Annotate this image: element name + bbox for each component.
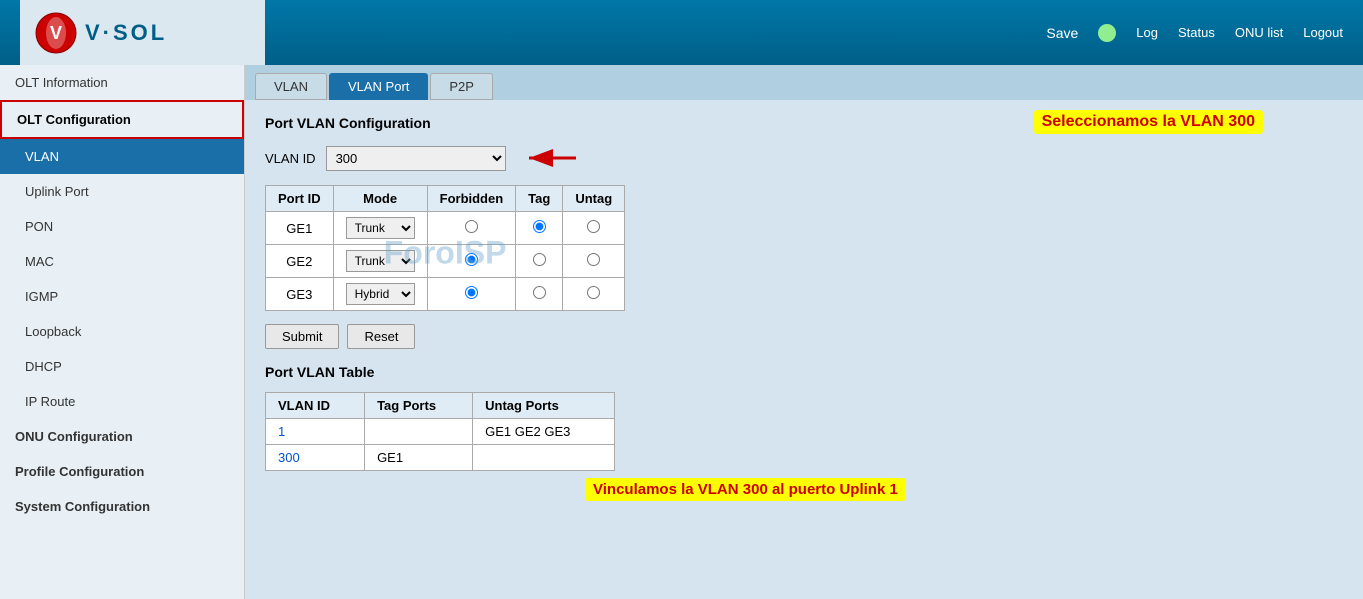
untag-radio[interactable]: [587, 220, 600, 233]
untag-radio[interactable]: [587, 286, 600, 299]
port-config-wrapper: ForoISP Port ID Mode Forbidden Tag Untag: [265, 185, 625, 321]
tag-cell[interactable]: [516, 278, 563, 311]
mode-cell[interactable]: TrunkHybridAccess: [333, 278, 427, 311]
logo-area: V V·SOL: [20, 0, 265, 65]
sidebar-item-system-config[interactable]: System Configuration: [0, 489, 244, 524]
forbidden-radio[interactable]: [465, 286, 478, 299]
vlan-id-row: VLAN ID 300 1: [265, 143, 1343, 173]
sidebar-item-dhcp[interactable]: DHCP: [0, 349, 244, 384]
sidebar-item-mac[interactable]: MAC: [0, 244, 244, 279]
col-forbidden: Forbidden: [427, 186, 516, 212]
logo-text: V·SOL: [85, 20, 167, 46]
tag-radio[interactable]: [533, 220, 546, 233]
vlan-table-col-id: VLAN ID: [266, 393, 365, 419]
port-config-table: Port ID Mode Forbidden Tag Untag GE1 Trun…: [265, 185, 625, 311]
content-area: Port VLAN Configuration Seleccionamos la…: [245, 100, 1363, 486]
col-mode: Mode: [333, 186, 427, 212]
button-row: Submit Reset: [265, 324, 1343, 349]
untag-radio[interactable]: [587, 253, 600, 266]
main-content: VLAN VLAN Port P2P Port VLAN Configurati…: [245, 65, 1363, 599]
log-nav-item[interactable]: Log: [1136, 25, 1158, 40]
untag-cell[interactable]: [563, 212, 625, 245]
vlan-id-label: VLAN ID: [265, 151, 316, 166]
sidebar-item-loopback[interactable]: Loopback: [0, 314, 244, 349]
untag-cell[interactable]: [563, 245, 625, 278]
sidebar: OLT Information OLT Configuration VLAN U…: [0, 65, 245, 599]
annotation-uplink: Vinculamos la VLAN 300 al puerto Uplink …: [585, 478, 906, 501]
port-vlan-table-title: Port VLAN Table: [265, 364, 1343, 380]
forbidden-radio[interactable]: [465, 220, 478, 233]
sidebar-item-pon[interactable]: PON: [0, 209, 244, 244]
sidebar-item-igmp[interactable]: IGMP: [0, 279, 244, 314]
status-indicator: [1098, 24, 1116, 42]
sidebar-item-olt-config[interactable]: OLT Configuration: [0, 100, 244, 139]
tag-radio[interactable]: [533, 253, 546, 266]
submit-button[interactable]: Submit: [265, 324, 339, 349]
sidebar-item-ip-route[interactable]: IP Route: [0, 384, 244, 419]
tag-ports-cell: [365, 419, 473, 445]
col-port-id: Port ID: [266, 186, 334, 212]
sidebar-item-profile-config[interactable]: Profile Configuration: [0, 454, 244, 489]
col-untag: Untag: [563, 186, 625, 212]
header: V V·SOL Save Log Status ONU list Logout: [0, 0, 1363, 65]
header-nav: Log Status ONU list Logout: [1136, 25, 1343, 40]
sidebar-item-uplink-port[interactable]: Uplink Port: [0, 174, 244, 209]
tab-vlan[interactable]: VLAN: [255, 73, 327, 100]
port-vlan-config-section: Port VLAN Configuration Seleccionamos la…: [265, 115, 1343, 349]
port-id-cell: GE2: [266, 245, 334, 278]
mode-select[interactable]: TrunkHybridAccess: [346, 283, 415, 305]
vlan-id-cell: 1: [266, 419, 365, 445]
untag-ports-cell: [473, 445, 615, 471]
forbidden-cell[interactable]: [427, 245, 516, 278]
port-id-cell: GE1: [266, 212, 334, 245]
tab-p2p[interactable]: P2P: [430, 73, 493, 100]
forbidden-cell[interactable]: [427, 278, 516, 311]
logout-nav-item[interactable]: Logout: [1303, 25, 1343, 40]
tag-ports-cell: GE1: [365, 445, 473, 471]
reset-button[interactable]: Reset: [347, 324, 415, 349]
mode-select[interactable]: TrunkHybridAccess: [346, 217, 415, 239]
untag-cell[interactable]: [563, 278, 625, 311]
tab-vlan-port[interactable]: VLAN Port: [329, 73, 428, 100]
annotation-vlan-300: Seleccionamos la VLAN 300: [1034, 110, 1263, 134]
vlan-table-col-untag: Untag Ports: [473, 393, 615, 419]
port-vlan-table-section: Port VLAN Table VLAN ID Tag Ports Untag …: [265, 364, 1343, 471]
main-layout: OLT Information OLT Configuration VLAN U…: [0, 65, 1363, 599]
vsol-logo-icon: V: [35, 12, 77, 54]
sidebar-item-onu-config[interactable]: ONU Configuration: [0, 419, 244, 454]
sidebar-item-olt-info[interactable]: OLT Information: [0, 65, 244, 100]
svg-text:V: V: [50, 23, 62, 43]
onu-list-nav-item[interactable]: ONU list: [1235, 25, 1283, 40]
port-id-cell: GE3: [266, 278, 334, 311]
arrow-icon: [521, 143, 581, 173]
tag-cell[interactable]: [516, 245, 563, 278]
forbidden-cell[interactable]: [427, 212, 516, 245]
vlan-summary-table: VLAN ID Tag Ports Untag Ports 1 GE1 GE2 G…: [265, 392, 615, 471]
save-button[interactable]: Save: [1046, 25, 1078, 41]
status-nav-item[interactable]: Status: [1178, 25, 1215, 40]
col-tag: Tag: [516, 186, 563, 212]
tag-cell[interactable]: [516, 212, 563, 245]
tab-bar: VLAN VLAN Port P2P: [245, 65, 1363, 100]
vlan-id-select[interactable]: 300 1: [326, 146, 506, 171]
vlan-table-col-tag: Tag Ports: [365, 393, 473, 419]
untag-ports-cell: GE1 GE2 GE3: [473, 419, 615, 445]
header-right: Save Log Status ONU list Logout: [265, 24, 1343, 42]
mode-cell[interactable]: TrunkHybridAccess: [333, 245, 427, 278]
tag-radio[interactable]: [533, 286, 546, 299]
sidebar-item-vlan[interactable]: VLAN: [0, 139, 244, 174]
vlan-id-cell: 300: [266, 445, 365, 471]
forbidden-radio[interactable]: [465, 253, 478, 266]
mode-select[interactable]: TrunkHybridAccess: [346, 250, 415, 272]
mode-cell[interactable]: TrunkHybridAccess: [333, 212, 427, 245]
